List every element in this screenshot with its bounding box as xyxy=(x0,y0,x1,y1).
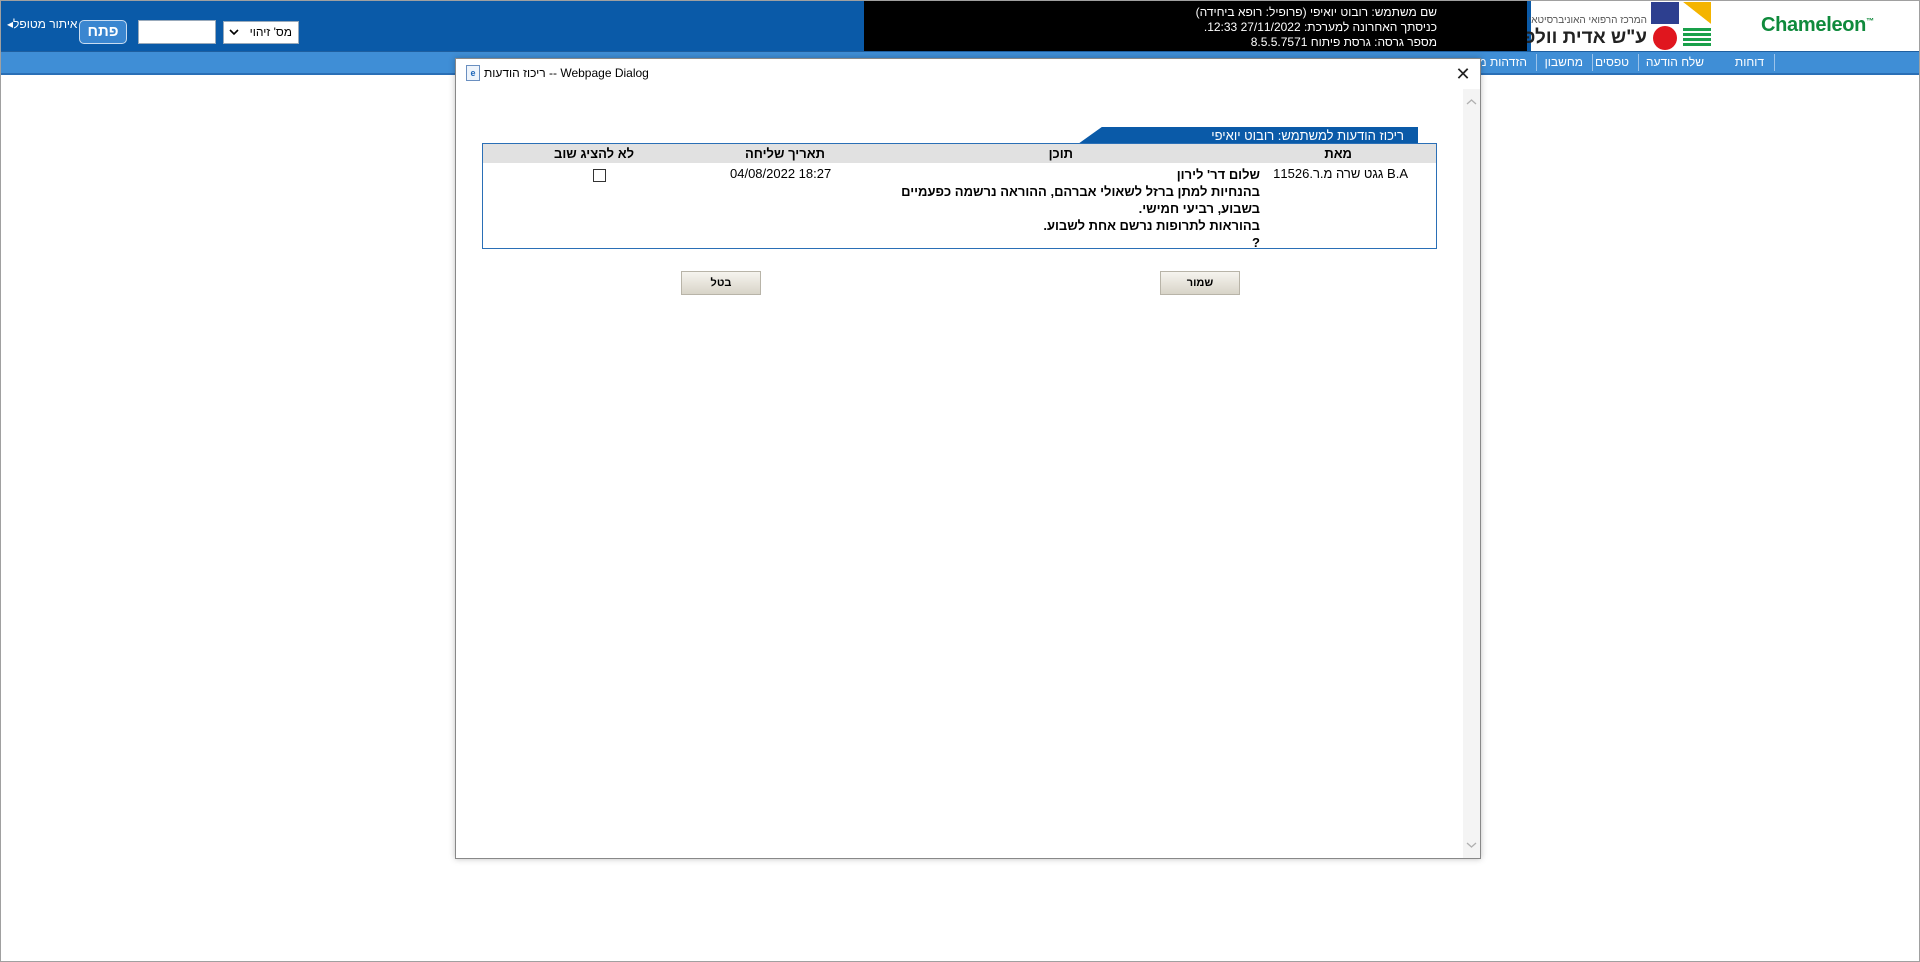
last-login-line: כניסתך האחרונה למערכת: 27/11/2022 12:33. xyxy=(1203,20,1437,34)
dialog-titlebar: e ריכוז הודעות -- Webpage Dialog ✕ xyxy=(456,59,1480,89)
chevron-down-icon[interactable] xyxy=(1466,840,1477,850)
app-header: Chameleon™ המרכז הרפואי האוניברסיטאי ע"ש… xyxy=(1,1,1919,51)
user-name-line: שם משתמש: רובוט יואיפי (פרופיל: רופא ביח… xyxy=(1195,5,1437,19)
message-content-line: בהנחיות למתן ברזל לשאולי אברהם, ההוראה נ… xyxy=(901,184,1260,199)
open-button[interactable]: פתח xyxy=(79,20,127,44)
chevron-down-icon xyxy=(228,23,240,44)
dialog-scrollbar[interactable] xyxy=(1463,89,1480,858)
cancel-button[interactable]: בטל xyxy=(681,271,761,295)
column-header-date: תאריך שליחה xyxy=(745,146,825,161)
dialog-title: ריכוז הודעות -- Webpage Dialog xyxy=(484,66,649,80)
locate-patient-label: איתור מטופל xyxy=(13,17,78,31)
version-line: מספר גרסה: גרסת פיתוח 8.5.5.7571 xyxy=(1250,35,1437,49)
user-info-panel: שם משתמש: רובוט יואיפי (פרופיל: רופא ביח… xyxy=(864,1,1527,51)
id-type-select[interactable]: מס' זיהוי xyxy=(223,21,299,44)
message-content-line: ? xyxy=(1252,235,1260,250)
nav-item-calculator[interactable]: מחשבון xyxy=(1545,55,1583,69)
column-header-content: תוכן xyxy=(1048,146,1073,161)
message-date: 04/08/2022 18:27 xyxy=(730,166,832,181)
save-button[interactable]: שמור xyxy=(1160,271,1240,295)
locate-patient-link[interactable]: איתור מטופל◂ xyxy=(7,17,77,31)
column-header-from: מאת xyxy=(1324,146,1352,161)
section-title: ריכוז הודעות למשתמש: רובוט יואיפי xyxy=(1211,128,1404,143)
hospital-subtitle: המרכז הרפואי האוניברסיטאי xyxy=(1528,15,1647,26)
nav-item-send-message[interactable]: שלח הודעה xyxy=(1646,55,1704,69)
chevron-up-icon[interactable] xyxy=(1466,97,1477,107)
hospital-logo-icon xyxy=(1651,2,1711,50)
nav-separator xyxy=(1592,54,1593,71)
section-header-tab: ריכוז הודעות למשתמש: רובוט יואיפי xyxy=(1078,127,1418,144)
nav-item-reports[interactable]: דוחות xyxy=(1735,55,1764,69)
message-from: B.A גגט שרה מ.ר.11526 xyxy=(1273,166,1408,181)
id-type-selected: מס' זיהוי xyxy=(249,25,292,39)
message-content: שלום דר' לירון בהנחיות למתן ברזל לשאולי … xyxy=(900,166,1260,251)
close-icon[interactable]: ✕ xyxy=(1452,63,1474,85)
nav-item-identification[interactable]: הזדהות מ xyxy=(1478,55,1527,69)
nav-item-forms[interactable]: טפסים xyxy=(1595,55,1629,69)
nav-separator xyxy=(1774,54,1775,71)
hospital-logo: המרכז הרפואי האוניברסיטאי ע"ש אדית וולפס… xyxy=(1498,1,1711,51)
messages-dialog: e ריכוז הודעות -- Webpage Dialog ✕ ריכוז… xyxy=(455,58,1481,859)
id-number-input[interactable] xyxy=(138,20,216,44)
message-content-line: בשבוע, רביעי חמישי. xyxy=(1138,201,1260,216)
table-header: מאת תוכן תאריך שליחה לא להציג שוב xyxy=(483,144,1436,163)
brand-name: Chameleon™ xyxy=(1761,14,1874,36)
nav-separator xyxy=(1536,54,1537,71)
nav-separator xyxy=(1638,54,1639,71)
message-content-line: בהוראות לתרופות נרשם אחת לשבוע. xyxy=(1043,218,1260,233)
brand-logo: Chameleon™ xyxy=(1711,1,1919,51)
dont-show-again-checkbox[interactable] xyxy=(593,169,606,182)
messages-table: מאת תוכן תאריך שליחה לא להציג שוב B.A גג… xyxy=(482,143,1437,251)
column-header-dont-show: לא להציג שוב xyxy=(554,146,634,161)
webpage-icon: e xyxy=(466,65,480,81)
message-content-line: שלום דר' לירון xyxy=(1176,167,1260,182)
